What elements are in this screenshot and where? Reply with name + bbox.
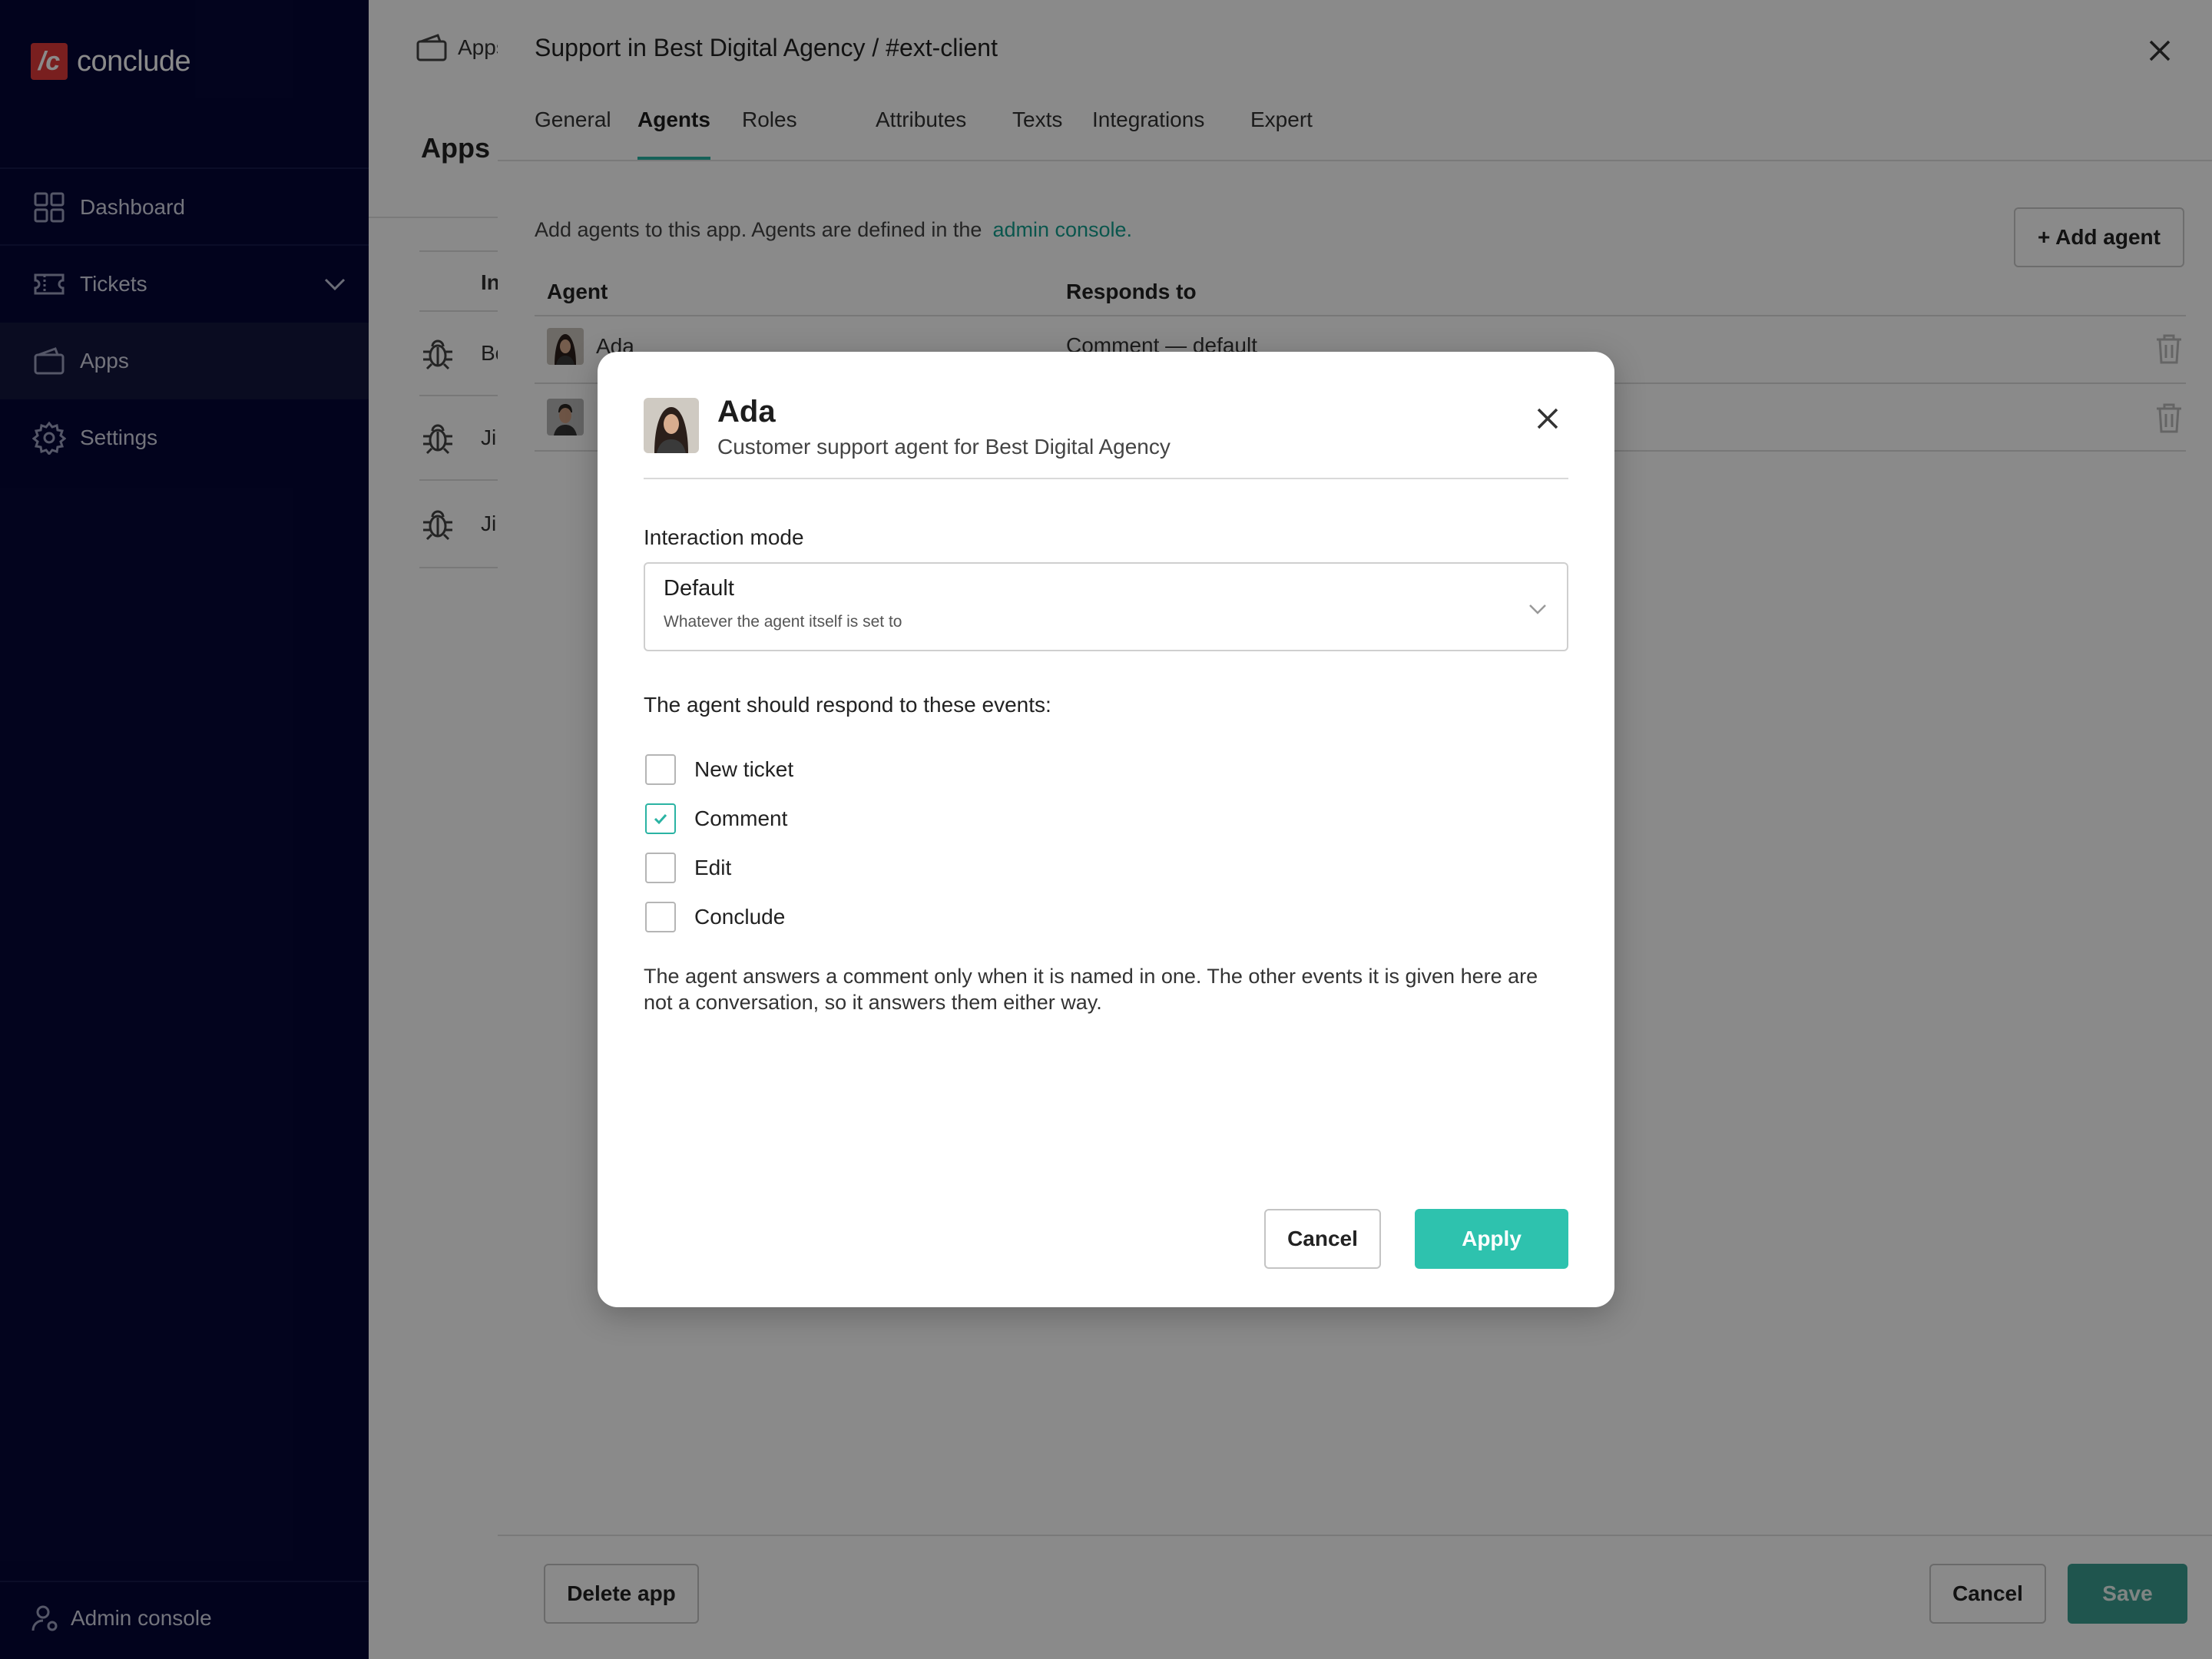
avatar: [644, 398, 699, 453]
interaction-mode-label: Interaction mode: [644, 525, 804, 549]
checkbox-label[interactable]: Conclude: [694, 905, 785, 929]
checkbox-label[interactable]: Comment: [694, 806, 787, 831]
conclude-checkbox[interactable]: [645, 902, 676, 932]
agent-settings-modal: Ada Customer support agent for Best Digi…: [598, 352, 1614, 1307]
modal-divider: [644, 478, 1568, 479]
edit-checkbox[interactable]: [645, 853, 676, 883]
select-value: Default: [664, 576, 734, 601]
checkbox-label[interactable]: New ticket: [694, 757, 793, 782]
chevron-down-icon: [1529, 604, 1546, 614]
select-hint: Whatever the agent itself is set to: [664, 613, 902, 631]
checkbox-label[interactable]: Edit: [694, 856, 731, 880]
help-note: The agent answers a comment only when it…: [644, 965, 1538, 1014]
close-icon[interactable]: [1535, 406, 1561, 432]
interaction-mode-select[interactable]: Default Whatever the agent itself is set…: [644, 562, 1568, 651]
comment-checkbox[interactable]: [645, 803, 676, 834]
cancel-button[interactable]: Cancel: [1264, 1209, 1381, 1269]
agent-description: Customer support agent for Best Digital …: [717, 435, 1171, 459]
apply-button[interactable]: Apply: [1415, 1209, 1568, 1269]
check-icon: [654, 813, 667, 825]
events-label: The agent should respond to these events…: [644, 693, 1051, 717]
new-ticket-checkbox[interactable]: [645, 754, 676, 785]
agent-name: Ada: [717, 395, 776, 429]
